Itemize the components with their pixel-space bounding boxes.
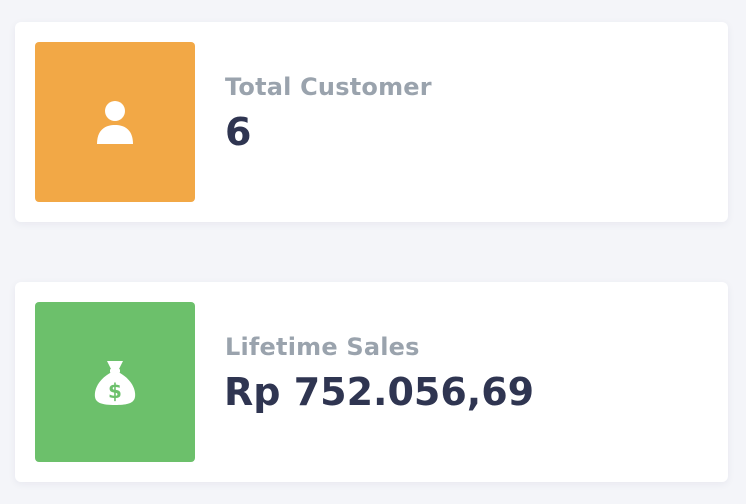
total-customer-card: Total Customer 6 [15,22,728,222]
user-icon [97,101,133,144]
svg-text:$: $ [108,379,122,403]
lifetime-sales-label: Lifetime Sales [225,333,420,361]
total-customer-value: 6 [225,110,252,154]
lifetime-sales-value: Rp 752.056,69 [224,370,535,414]
lifetime-sales-card: $ Lifetime Sales Rp 752.056,69 [15,282,728,482]
money-bag-icon: $ [94,361,136,405]
sales-icon-tile: $ [35,302,195,462]
total-customer-label: Total Customer [225,73,432,101]
customer-icon-tile [35,42,195,202]
